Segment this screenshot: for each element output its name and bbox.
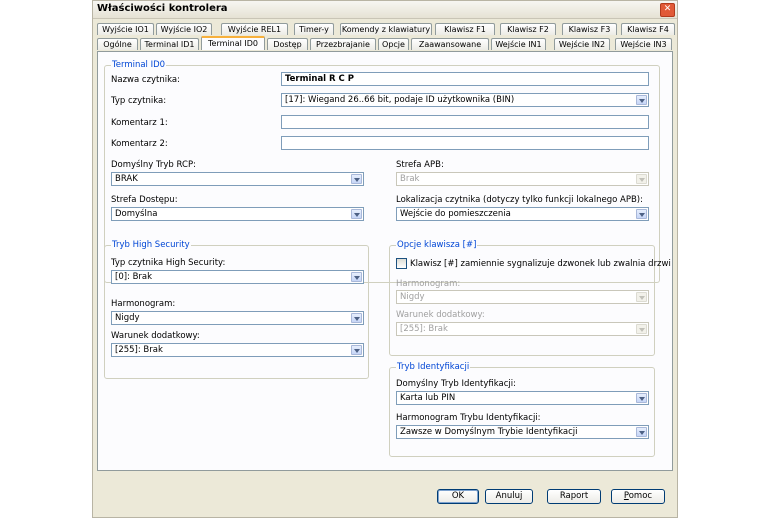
hash-key-checkbox-label[interactable]: Klawisz [#] zamiennie sygnalizuje dzwone… <box>410 259 671 269</box>
key-schedule-label: Harmonogram: <box>396 279 461 289</box>
ok-button[interactable]: OK <box>437 489 479 504</box>
hs-schedule-select[interactable]: Nigdy <box>111 311 364 325</box>
chevron-down-icon[interactable] <box>636 292 647 302</box>
identification-legend: Tryb Identyfikacji <box>396 362 471 372</box>
tab-wejscie-in1[interactable]: Wejście IN1 <box>491 38 546 50</box>
chevron-down-icon[interactable] <box>636 174 647 184</box>
reader-location-select[interactable]: Wejście do pomieszczenia <box>396 207 649 221</box>
tab-klawisz-f2[interactable]: Klawisz F2 <box>500 23 556 35</box>
tab-panel: Terminal ID0 Nazwa czytnika: Terminal R … <box>97 51 673 471</box>
chevron-down-icon[interactable] <box>636 393 647 403</box>
tab-wyjscie-io1[interactable]: Wyjście IO1 <box>97 23 154 35</box>
tab-terminal-id1[interactable]: Terminal ID1 <box>140 38 199 50</box>
access-zone-label: Strefa Dostępu: <box>111 195 178 205</box>
tab-wejscie-in3[interactable]: Wejście IN3 <box>615 38 672 50</box>
id-schedule-value: Zawsze w Domyślnym Trybie Identyfikacji <box>400 427 578 437</box>
tab-klawisz-f1[interactable]: Klawisz F1 <box>435 23 495 35</box>
key-schedule-select[interactable]: Nigdy <box>396 290 649 304</box>
tab-ogolne[interactable]: Ogólne <box>97 38 138 50</box>
chevron-down-icon[interactable] <box>351 209 362 219</box>
tab-wyjscie-rel1[interactable]: Wyjście REL1 <box>221 23 288 35</box>
id-mode-label: Domyślny Tryb Identyfikacji: <box>396 379 517 389</box>
close-button[interactable]: ✕ <box>660 3 675 17</box>
help-button-label: omoc <box>628 491 653 501</box>
hs-condition-label: Warunek dodatkowy: <box>111 331 200 341</box>
id-schedule-label: Harmonogram Trybu Identyfikacji: <box>396 413 541 423</box>
close-icon: ✕ <box>663 4 672 14</box>
chevron-down-icon[interactable] <box>351 272 362 282</box>
tab-zaawansowane[interactable]: Zaawansowane <box>411 38 489 50</box>
chevron-down-icon[interactable] <box>636 95 647 105</box>
tab-klawisz-f4[interactable]: Klawisz F4 <box>621 23 675 35</box>
tab-wyjscie-io2[interactable]: Wyjście IO2 <box>156 23 212 35</box>
chevron-down-icon[interactable] <box>351 174 362 184</box>
tab-opcje[interactable]: Opcje <box>378 38 409 50</box>
hs-condition-value: [255]: Brak <box>115 345 163 355</box>
id-mode-value: Karta lub PIN <box>400 393 456 403</box>
chevron-down-icon[interactable] <box>636 209 647 219</box>
title-bar[interactable]: Właściwości kontrolera ✕ <box>93 1 677 19</box>
window-title: Właściwości kontrolera <box>97 3 228 14</box>
key-schedule-value: Nigdy <box>400 292 425 302</box>
chevron-down-icon[interactable] <box>351 345 362 355</box>
tab-timery[interactable]: Timer-y <box>294 23 334 35</box>
comment1-input[interactable] <box>281 115 649 129</box>
hash-key-checkbox[interactable] <box>396 258 407 269</box>
reader-location-value: Wejście do pomieszczenia <box>400 209 511 219</box>
reader-type-value: [17]: Wiegand 26..66 bit, podaje ID użyt… <box>285 95 515 105</box>
tab-dostep[interactable]: Dostęp <box>267 38 308 50</box>
high-security-legend: Tryb High Security <box>111 240 191 250</box>
help-button[interactable]: Pomoc <box>611 489 665 504</box>
chevron-down-icon[interactable] <box>636 427 647 437</box>
rcp-mode-value: BRAK <box>115 174 138 184</box>
tab-przezbrajanie[interactable]: Przezbrajanie <box>310 38 376 50</box>
tab-terminal-id0[interactable]: Terminal ID0 <box>201 36 265 50</box>
key-condition-label: Warunek dodatkowy: <box>396 310 485 320</box>
key-condition-value: [255]: Brak <box>400 324 448 334</box>
cancel-button[interactable]: Anuluj <box>485 489 533 504</box>
reader-location-label: Lokalizacja czytnika (dotyczy tylko funk… <box>396 195 643 205</box>
comment2-label: Komentarz 2: <box>111 139 168 149</box>
reader-type-label: Typ czytnika: <box>111 96 167 106</box>
chevron-down-icon[interactable] <box>351 313 362 323</box>
apb-zone-label: Strefa APB: <box>396 160 444 170</box>
tab-komendy-z-klawiatury[interactable]: Komendy z klawiatury <box>340 23 432 35</box>
hs-schedule-label: Harmonogram: <box>111 299 176 309</box>
rcp-mode-label: Domyślny Tryb RCP: <box>111 160 196 170</box>
tab-klawisz-f3[interactable]: Klawisz F3 <box>562 23 617 35</box>
hs-schedule-value: Nigdy <box>115 313 140 323</box>
id-mode-select[interactable]: Karta lub PIN <box>396 391 649 405</box>
key-options-legend: Opcje klawisza [#] <box>396 240 478 250</box>
terminal-legend: Terminal ID0 <box>111 60 167 70</box>
apb-zone-value: Brak <box>400 174 420 184</box>
properties-dialog: Właściwości kontrolera ✕ Wyjście IO1 Wyj… <box>92 0 678 518</box>
hs-type-select[interactable]: [0]: Brak <box>111 270 364 284</box>
report-button[interactable]: Raport <box>547 489 601 504</box>
apb-zone-select[interactable]: Brak <box>396 172 649 186</box>
access-zone-value: Domyślna <box>115 209 158 219</box>
reader-name-label: Nazwa czytnika: <box>111 75 180 85</box>
hs-type-value: [0]: Brak <box>115 272 153 282</box>
hs-type-label: Typ czytnika High Security: <box>111 258 226 268</box>
chevron-down-icon[interactable] <box>636 324 647 334</box>
comment2-input[interactable] <box>281 136 649 150</box>
access-zone-select[interactable]: Domyślna <box>111 207 364 221</box>
rcp-mode-select[interactable]: BRAK <box>111 172 364 186</box>
tab-wejscie-in2[interactable]: Wejście IN2 <box>554 38 610 50</box>
id-schedule-select[interactable]: Zawsze w Domyślnym Trybie Identyfikacji <box>396 425 649 439</box>
hs-condition-select[interactable]: [255]: Brak <box>111 343 364 357</box>
comment1-label: Komentarz 1: <box>111 118 168 128</box>
key-condition-select[interactable]: [255]: Brak <box>396 322 649 336</box>
reader-name-input[interactable]: Terminal R C P <box>281 72 649 86</box>
reader-type-select[interactable]: [17]: Wiegand 26..66 bit, podaje ID użyt… <box>281 93 649 107</box>
